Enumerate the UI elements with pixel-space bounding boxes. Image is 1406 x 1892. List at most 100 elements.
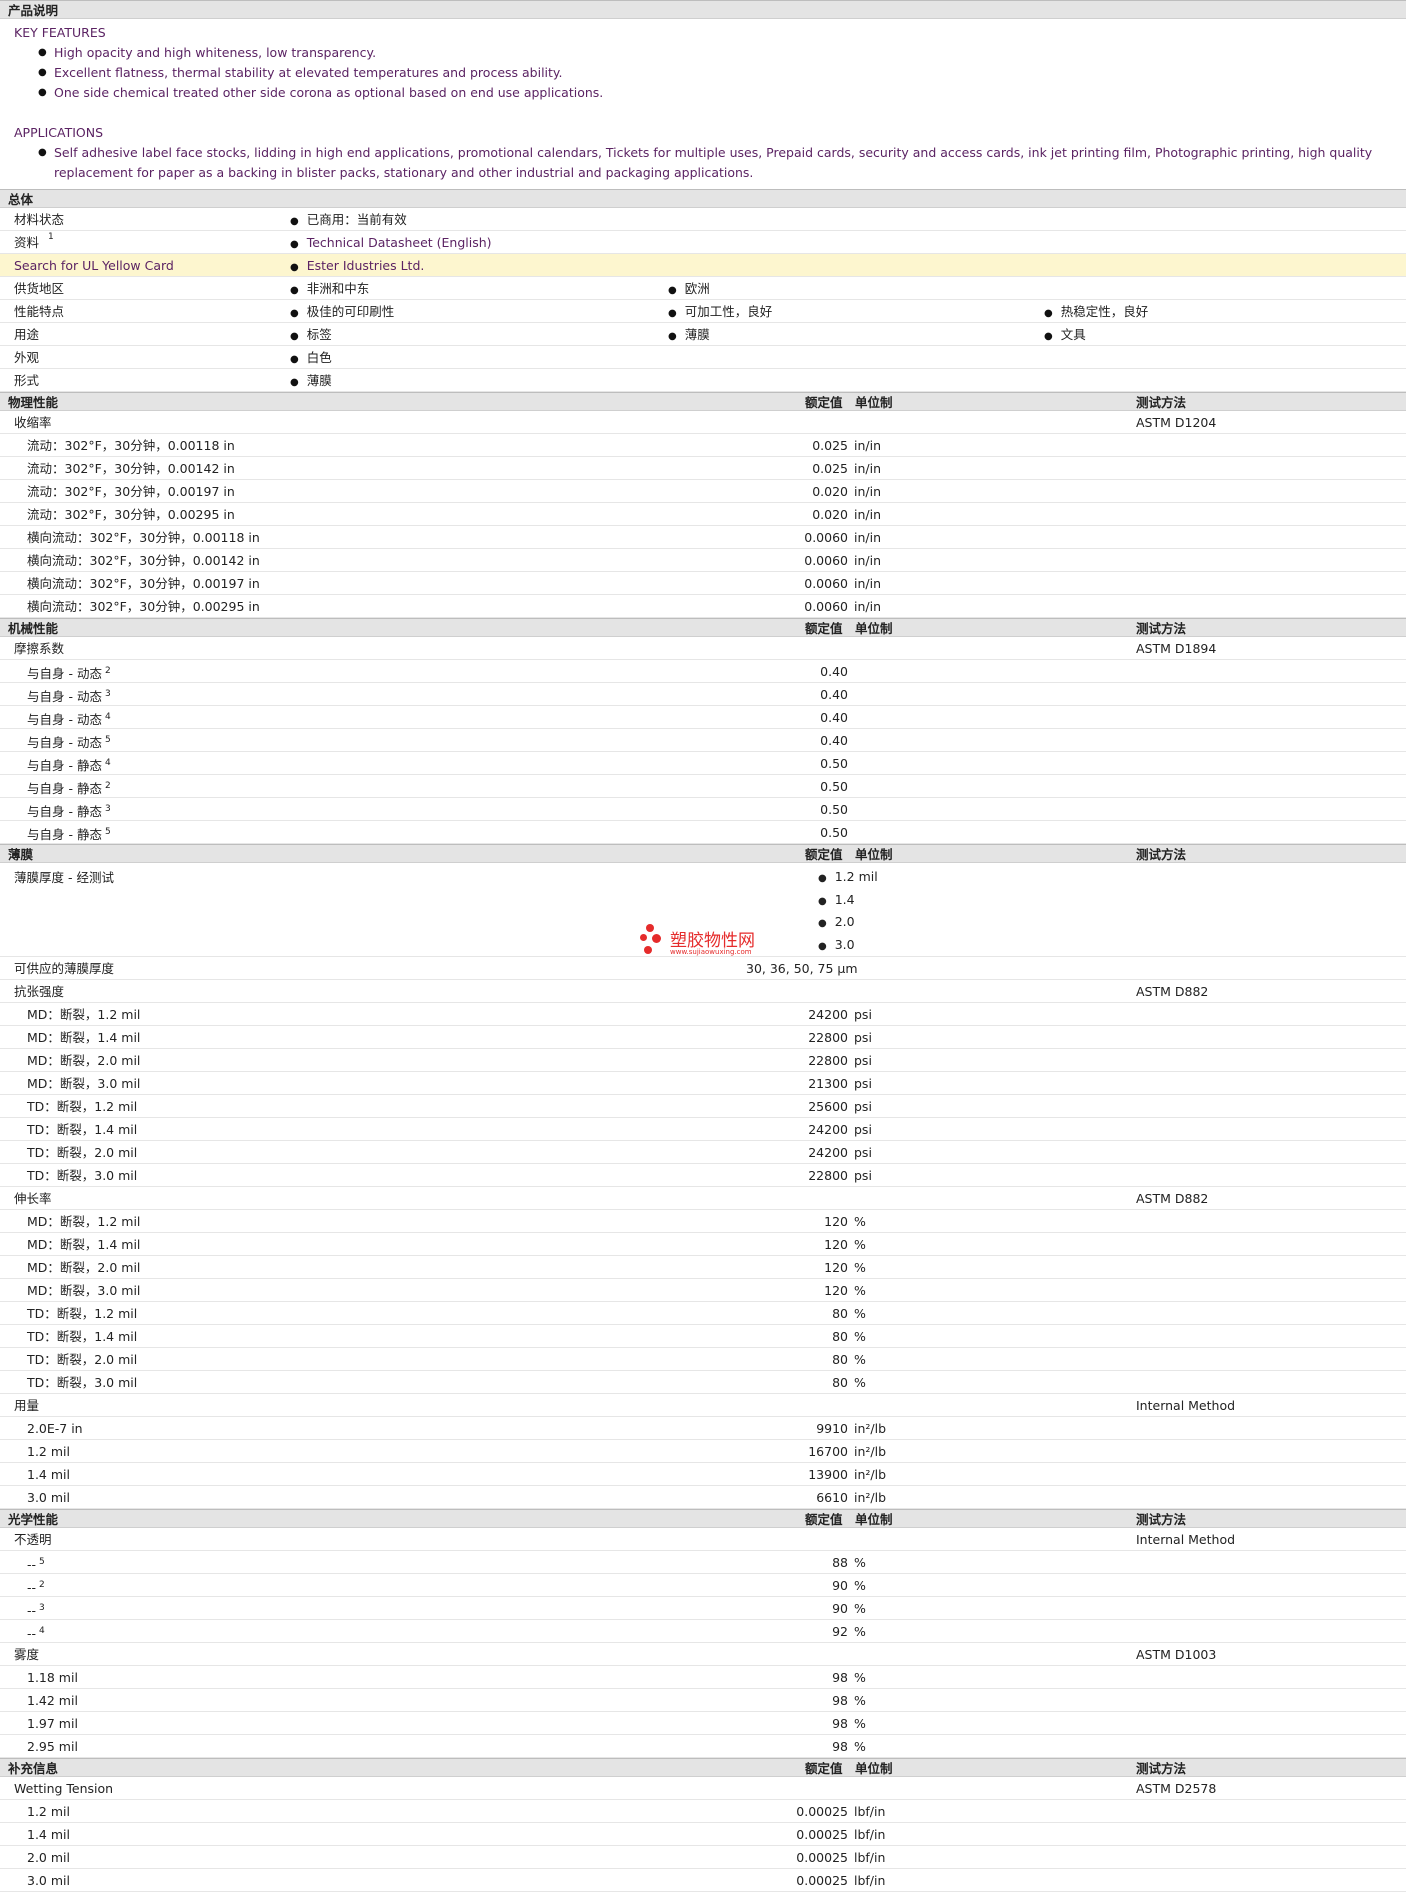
unit: %	[854, 1693, 866, 1708]
condition-label: 与自身 - 动态 2	[27, 660, 111, 685]
property-group-row: 用量 Internal Method	[0, 1394, 1406, 1417]
property-name: Wetting Tension	[14, 1781, 114, 1796]
col-header-unit: 单位制	[855, 1761, 893, 1776]
condition-text: 3.0 mil	[27, 1490, 70, 1505]
condition-text: 1.2 mil	[27, 1804, 70, 1819]
condition-text: 与自身 - 动态	[27, 666, 102, 682]
available-thickness-row: 可供应的薄膜厚度 30, 36, 50, 75 µm	[0, 957, 1406, 980]
property-row: 与自身 - 动态 3 0.40	[0, 683, 1406, 706]
general-label[interactable]: Search for UL Yellow Card	[14, 254, 174, 277]
unit: %	[854, 1716, 866, 1731]
condition-text: TD：断裂，3.0 mil	[27, 1375, 138, 1390]
col-header-unit: 单位制	[855, 1512, 893, 1527]
condition-label: 与自身 - 动态 4	[27, 706, 111, 731]
general-value: 热稳定性，良好	[1044, 300, 1149, 325]
condition-label: 与自身 - 静态 5	[27, 821, 111, 846]
general-label: 材料状态	[14, 212, 65, 227]
film-thickness-list: 1.2 mil1.42.03.0	[818, 867, 878, 957]
col-header-method: 测试方法	[1136, 847, 1187, 862]
general-row: Search for UL Yellow Card Ester Idustries…	[0, 254, 1406, 277]
condition-label: MD：断裂，3.0 mil	[27, 1279, 140, 1302]
nominal-value: 88	[832, 1555, 848, 1570]
feature-item: High opacity and high whiteness, low tra…	[0, 43, 1406, 63]
nominal-value: 9910	[816, 1421, 848, 1436]
key-features-block: KEY FEATURES High opacity and high white…	[0, 19, 1406, 189]
condition-label: 3.0 mil	[27, 1486, 70, 1509]
condition-label: 1.97 mil	[27, 1712, 78, 1735]
film-thickness-value: 1.2 mil	[818, 867, 878, 890]
nominal-value: 0.00025	[796, 1804, 848, 1819]
footnote-ref: 2	[39, 1580, 45, 1590]
property-name: 抗张强度	[14, 984, 65, 999]
property-name: 用量	[14, 1398, 40, 1413]
applications-text: Self adhesive label face stocks, lidding…	[0, 143, 1406, 183]
condition-text: 与自身 - 动态	[27, 712, 102, 728]
footnote-ref: 5	[39, 1557, 45, 1567]
property-row: 1.2 mil 0.00025 lbf/in	[0, 1800, 1406, 1823]
condition-label: 与自身 - 动态 5	[27, 729, 111, 754]
condition-label: 2.0 mil	[27, 1846, 70, 1869]
col-header-unit: 单位制	[855, 847, 893, 862]
unit: in/in	[854, 461, 882, 476]
property-row: -- 3 90%	[0, 1597, 1406, 1620]
general-value: 已商用：当前有效	[290, 208, 407, 233]
condition-text: 流动：302°F，30分钟，0.00295 in	[27, 507, 235, 522]
general-link[interactable]: Technical Datasheet (English)	[290, 231, 492, 256]
col-header-unit: 单位制	[855, 395, 893, 410]
applications-title: APPLICATIONS	[14, 125, 104, 140]
property-row: 流动：302°F，30分钟，0.00118 in 0.025 in/in	[0, 434, 1406, 457]
property-row: 1.4 mil 0.00025 lbf/in	[0, 1823, 1406, 1846]
property-row: 与自身 - 动态 2 0.40	[0, 660, 1406, 683]
condition-text: 横向流动：302°F，30分钟，0.00142 in	[27, 553, 260, 568]
col-header-method: 测试方法	[1136, 1761, 1187, 1776]
section-title: 总体	[8, 192, 34, 207]
condition-label: 1.42 mil	[27, 1689, 78, 1712]
section-title: 产品说明	[8, 3, 59, 18]
condition-text: --	[27, 1557, 37, 1573]
unit: %	[854, 1555, 866, 1570]
unit: %	[854, 1670, 866, 1685]
unit: in/in	[854, 553, 882, 568]
property-group-row: 收缩率 ASTM D1204	[0, 411, 1406, 434]
unit: in²/lb	[854, 1444, 887, 1459]
unit: lbf/in	[854, 1850, 886, 1865]
unit: psi	[854, 1007, 872, 1022]
nominal-value: 30, 36, 50, 75 µm	[746, 961, 858, 976]
footnote-ref: 4	[39, 1626, 45, 1636]
general-row: 外观 白色	[0, 346, 1406, 369]
property-group-row: 不透明 Internal Method	[0, 1528, 1406, 1551]
feature-item: Excellent flatness, thermal stability at…	[0, 63, 1406, 83]
property-row: MD：断裂，1.2 mil 24200 psi	[0, 1003, 1406, 1026]
key-features-title: KEY FEATURES	[14, 25, 106, 40]
unit: in/in	[854, 438, 882, 453]
condition-text: MD：断裂，1.4 mil	[27, 1030, 141, 1045]
datasheet: 产品说明 KEY FEATURES High opacity and high …	[0, 0, 1406, 1892]
unit: %	[854, 1237, 866, 1252]
footnote-ref: 5	[104, 827, 111, 837]
general-label: 外观	[14, 350, 40, 365]
general-value: 极佳的可印刷性	[290, 300, 395, 325]
condition-text: 与自身 - 静态	[27, 758, 102, 774]
film-thickness-value: 2.0	[818, 912, 878, 935]
nominal-value: 120	[824, 1283, 848, 1298]
condition-label: 横向流动：302°F，30分钟，0.00197 in	[27, 572, 260, 595]
col-header-method: 测试方法	[1136, 1512, 1187, 1527]
unit: in²/lb	[854, 1421, 887, 1436]
section-header-general: 总体	[0, 189, 1406, 208]
general-value: 薄膜	[290, 369, 332, 394]
condition-label: MD：断裂，1.2 mil	[27, 1003, 140, 1026]
nominal-value: 0.40	[820, 733, 848, 748]
unit: psi	[854, 1030, 872, 1045]
general-value: 非洲和中东	[290, 277, 370, 302]
condition-label: 3.0 mil	[27, 1869, 70, 1892]
condition-label: TD：断裂，1.2 mil	[27, 1095, 137, 1118]
property-row: TD：断裂，3.0 mil 80%	[0, 1371, 1406, 1394]
condition-text: TD：断裂，3.0 mil	[27, 1168, 138, 1183]
section-title: 补充信息	[8, 1761, 59, 1776]
general-link[interactable]: Ester Idustries Ltd.	[290, 254, 425, 279]
condition-text: 流动：302°F，30分钟，0.00142 in	[27, 461, 235, 476]
unit: in/in	[854, 576, 882, 591]
property-row: -- 4 92%	[0, 1620, 1406, 1643]
condition-label: MD：断裂，2.0 mil	[27, 1049, 140, 1072]
condition-text: 横向流动：302°F，30分钟，0.00197 in	[27, 576, 260, 591]
